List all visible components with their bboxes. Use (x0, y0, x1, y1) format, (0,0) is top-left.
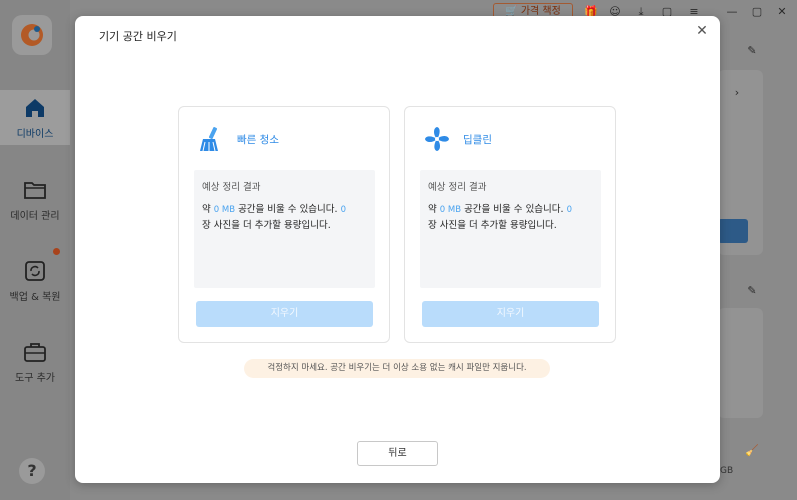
edit-icon[interactable]: ✎ (745, 44, 759, 58)
sidebar-item-label: 백업 & 복원 (9, 292, 61, 303)
logo-icon (21, 24, 43, 46)
result-suffix: 장 사진을 더 추가할 용량입니다. (428, 220, 557, 231)
result-suffix: 장 사진을 더 추가할 용량입니다. (202, 220, 331, 231)
result-mid: 공간을 비울 수 있습니다. (235, 204, 341, 215)
quick-clean-panel: 빠른 청소 예상 정리 결과 약 0 MB 공간을 비울 수 있습니다. 0 장 … (178, 106, 390, 343)
estimated-result-box: 예상 정리 결과 약 0 MB 공간을 비울 수 있습니다. 0 장 사진을 더 … (420, 170, 601, 288)
panel-header: 딥클린 (423, 124, 492, 154)
app-logo (12, 15, 52, 55)
help-button[interactable]: ? (19, 458, 45, 484)
background-button (718, 219, 748, 243)
fan-icon (425, 127, 449, 151)
free-up-space-dialog: 기기 공간 비우기 ✕ 빠른 청소 예상 정리 결과 약 0 MB 공간을 비울… (75, 16, 720, 483)
deep-clean-button[interactable]: 지우기 (422, 301, 599, 327)
info-notice: 걱정하지 마세요. 공간 비우기는 더 이상 소용 없는 캐시 파일만 지웁니다… (244, 359, 550, 378)
deep-clean-panel: 딥클린 예상 정리 결과 약 0 MB 공간을 비울 수 있습니다. 0 장 사진… (404, 106, 616, 343)
panel-title: 빠른 청소 (237, 133, 279, 146)
edit-icon[interactable]: ✎ (745, 284, 759, 298)
result-prefix: 약 (428, 204, 440, 215)
notification-badge (53, 248, 60, 255)
close-window-icon[interactable]: ✕ (775, 5, 789, 19)
result-text: 약 0 MB 공간을 비울 수 있습니다. 0 장 사진을 더 추가할 용량입니다… (428, 202, 593, 234)
result-label: 예상 정리 결과 (428, 182, 487, 193)
maximize-icon[interactable]: ▢ (750, 5, 764, 19)
sidebar-item-label: 도구 추가 (15, 373, 55, 384)
result-mid: 공간을 비울 수 있습니다. (461, 204, 567, 215)
panel-title: 딥클린 (463, 133, 492, 146)
sidebar: 디바이스 데이터 관리 백업 & 복원 도구 추가 ? (0, 0, 70, 500)
result-label: 예상 정리 결과 (202, 182, 261, 193)
toolbox-icon (24, 343, 46, 362)
minimize-icon[interactable]: — (725, 5, 739, 19)
quick-clean-button[interactable]: 지우기 (196, 301, 373, 327)
close-icon[interactable]: ✕ (693, 22, 711, 40)
sidebar-item-label: 디바이스 (16, 129, 54, 140)
backup-restore-icon (25, 261, 45, 281)
photo-count: 0 (566, 205, 572, 215)
sidebar-item-devices[interactable]: 디바이스 (0, 90, 70, 145)
folder-icon (24, 182, 46, 199)
sidebar-item-backup-restore[interactable]: 백업 & 복원 (0, 259, 70, 303)
result-text: 약 0 MB 공간을 비울 수 있습니다. 0 장 사진을 더 추가할 용량입니다… (202, 202, 367, 234)
dialog-title: 기기 공간 비우기 (99, 30, 177, 43)
size-value: 0 MB (439, 205, 462, 215)
back-button[interactable]: 뒤로 (357, 441, 438, 466)
estimated-result-box: 예상 정리 결과 약 0 MB 공간을 비울 수 있습니다. 0 장 사진을 더 … (194, 170, 375, 288)
home-icon (26, 99, 44, 117)
photo-count: 0 (340, 205, 346, 215)
size-value: 0 MB (213, 205, 236, 215)
panel-header: 빠른 청소 (197, 124, 279, 154)
sidebar-item-add-tools[interactable]: 도구 추가 (0, 340, 70, 384)
storage-unit: GB (720, 466, 734, 476)
broom-icon (200, 127, 218, 152)
result-prefix: 약 (202, 204, 214, 215)
chevron-right-icon[interactable]: › (730, 86, 744, 100)
background-card (718, 308, 763, 418)
broom-icon[interactable]: 🧹 (742, 444, 762, 464)
sidebar-item-data-management[interactable]: 데이터 관리 (0, 178, 70, 222)
sidebar-item-label: 데이터 관리 (10, 211, 60, 222)
